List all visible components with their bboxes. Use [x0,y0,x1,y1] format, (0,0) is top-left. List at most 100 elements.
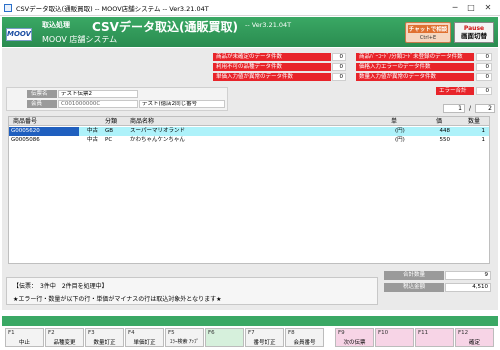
f7-correct-number-button[interactable]: F7 番号訂正 [245,328,284,347]
section-label: 取込処理 [42,21,70,29]
notice-message: ★エラー行・数量が以下の行・単価がマイナスの行は取込対象外となります★ [13,296,222,303]
fkey-number: F2 [48,330,55,336]
function-key-bar: F1 中止 F2 品種変更 F3 数量訂正 F4 単価訂正 F5 ｴﾗｰ検索 ｱ… [2,316,498,348]
cell-category: 中古 [87,137,99,143]
page-total: 2 [475,104,495,113]
cell-code[interactable]: G0005620 [9,127,79,136]
fkey-label: 確定 [468,340,480,346]
total-amount-label: 税込金額 [384,283,444,292]
app-header: MOOV 取込処理 CSVデータ取込(通販買取) -- Ver3.21.04T … [2,17,498,47]
cell-category: 中古 [87,128,99,134]
fkey-label: 次の伝票 [343,340,366,346]
cell-subcategory: PC [105,137,113,143]
cell-subcategory: GB [105,128,114,134]
error-total-label: エラー合計 [436,87,474,95]
stat-value-unit-price-error: 0 [332,73,346,81]
stat-value-price-input-error: 0 [476,63,492,71]
page-separator: / [468,105,472,112]
error-total-value: 0 [476,87,492,95]
header-price: 価 [436,118,443,125]
minimize-icon[interactable]: ─ [448,2,462,13]
cell-name: かわちゃんケンちゃん [130,137,185,143]
pause-button-label: Pause [463,25,485,32]
total-qty-value: 9 [445,271,491,280]
fkey-number: F12 [458,330,469,336]
f10-button[interactable]: F10 [375,328,414,347]
total-amount-value: 4,510 [445,283,491,292]
chat-button-label: チャットで相談 [408,25,448,33]
f2-change-type-button[interactable]: F2 品種変更 [45,328,84,347]
header-qty: 数量 [468,118,481,125]
chat-button-shortcut: Ctrl+E [419,35,437,41]
fkey-number: F7 [248,330,255,336]
f11-button[interactable]: F11 [415,328,454,347]
fkey-number: F1 [8,330,15,336]
stat-label-quantity-error: 数量入力値が異常のデータ件数 [356,73,474,81]
cell-unit: (円) [395,128,405,134]
maximize-icon[interactable]: □ [464,2,478,13]
cell-price: 550 [439,137,451,143]
logo-text: MOOV [7,30,32,38]
cell-unit: (円) [395,137,405,143]
fkey-label: 番号訂正 [253,340,276,346]
table-row[interactable]: G0005620 中古 GB スーパーマリオランド (円) 448 1 [9,127,489,136]
fkey-number: F11 [418,330,429,336]
system-name: MOOV 店舗システム [42,35,118,44]
f6-button[interactable]: F6 [205,328,244,347]
page-current: 1 [443,104,465,113]
table-row[interactable]: G0005086 中古 PC かわちゃんケンちゃん (円) 550 1 [9,136,489,145]
item-table[interactable]: 商品番号 分類 商品名称 単 価 数量 G0005620 中古 GB スーパーマ… [8,116,490,264]
progress-message: 【伝票： 3件中 2件目を処理中】 [13,283,108,290]
function-key-strip [2,316,498,326]
fkey-number: F5 [168,330,175,336]
fkey-label: ｴﾗｰ検索 ｱｯﾌﾟ [169,339,200,345]
cell-code[interactable]: G0005086 [11,136,79,145]
member-label: 会員 [27,100,57,108]
f9-next-slip-button[interactable]: F9 次の伝票 [335,328,374,347]
fkey-number: F9 [338,330,345,336]
stat-label-unit-price-error: 単価入力値が異常のデータ件数 [213,73,331,81]
message-box: 【伝票： 3件中 2件目を処理中】 ★エラー行・数量が以下の行・単価がマイナスの… [6,277,378,305]
stat-label-unavailable: 利用不可の品種データ件数 [213,63,331,71]
fkey-label: 会員番号 [293,340,316,346]
header-name: 商品名称 [130,118,155,125]
fkey-label: 品種変更 [53,340,76,346]
fkey-number: F8 [288,330,295,336]
header-code: 商品番号 [13,118,38,125]
table-header: 商品番号 分類 商品名称 単 価 数量 [9,117,489,126]
chat-consult-button[interactable]: チャットで相談 Ctrl+E [405,22,451,43]
stat-value-quantity-error: 0 [476,73,492,81]
window-title-bar: CSVデータ取込(通販買取) -- MOOV店舗システム -- Ver3.21.… [0,0,500,16]
moov-logo: MOOV [6,28,32,41]
cell-price: 448 [439,128,451,134]
header-unit: 単 [391,118,398,125]
cell-qty: 1 [481,128,486,134]
header-category: 分類 [105,118,118,125]
f4-correct-price-button[interactable]: F4 単価訂正 [125,328,164,347]
total-qty-label: 合計数量 [384,271,444,280]
stat-label-unconfirmed: 商品が未確定のデータ件数 [213,53,331,61]
stat-label-price-input-error: 価格入力エラーのデータ件数 [356,63,474,71]
fkey-label: 数量訂正 [93,340,116,346]
stat-label-unregistered-code: 商品ﾊﾞｰｺｰﾄﾞ/分類ｺｰﾄﾞ未登録のデータ件数 [356,53,474,61]
version-label: -- Ver3.21.04T [245,21,292,29]
pause-screen-switch-button[interactable]: Pause 画面切替 [454,22,494,43]
screen-title: CSVデータ取込(通販買取) [92,20,238,34]
app-icon [4,4,12,12]
fkey-number: F3 [88,330,95,336]
fkey-number: F4 [128,330,135,336]
member-code-field[interactable]: C001000000C [58,100,138,108]
slip-name-field[interactable]: テスト伝票2 [58,90,138,98]
f12-confirm-button[interactable]: F12 確定 [455,328,494,347]
f8-member-number-button[interactable]: F8 会員番号 [285,328,324,347]
f3-correct-qty-button[interactable]: F3 数量訂正 [85,328,124,347]
stat-value-unavailable: 0 [332,63,346,71]
f1-cancel-button[interactable]: F1 中止 [5,328,44,347]
f5-error-search-button[interactable]: F5 ｴﾗｰ検索 ｱｯﾌﾟ [165,328,204,347]
close-icon[interactable]: ✕ [481,2,495,13]
stat-value-unconfirmed: 0 [332,53,346,61]
fkey-number: F6 [208,330,215,336]
screen-switch-label: 画面切替 [461,32,487,40]
fkey-number: F10 [378,330,389,336]
stat-value-unregistered-code: 0 [476,53,492,61]
